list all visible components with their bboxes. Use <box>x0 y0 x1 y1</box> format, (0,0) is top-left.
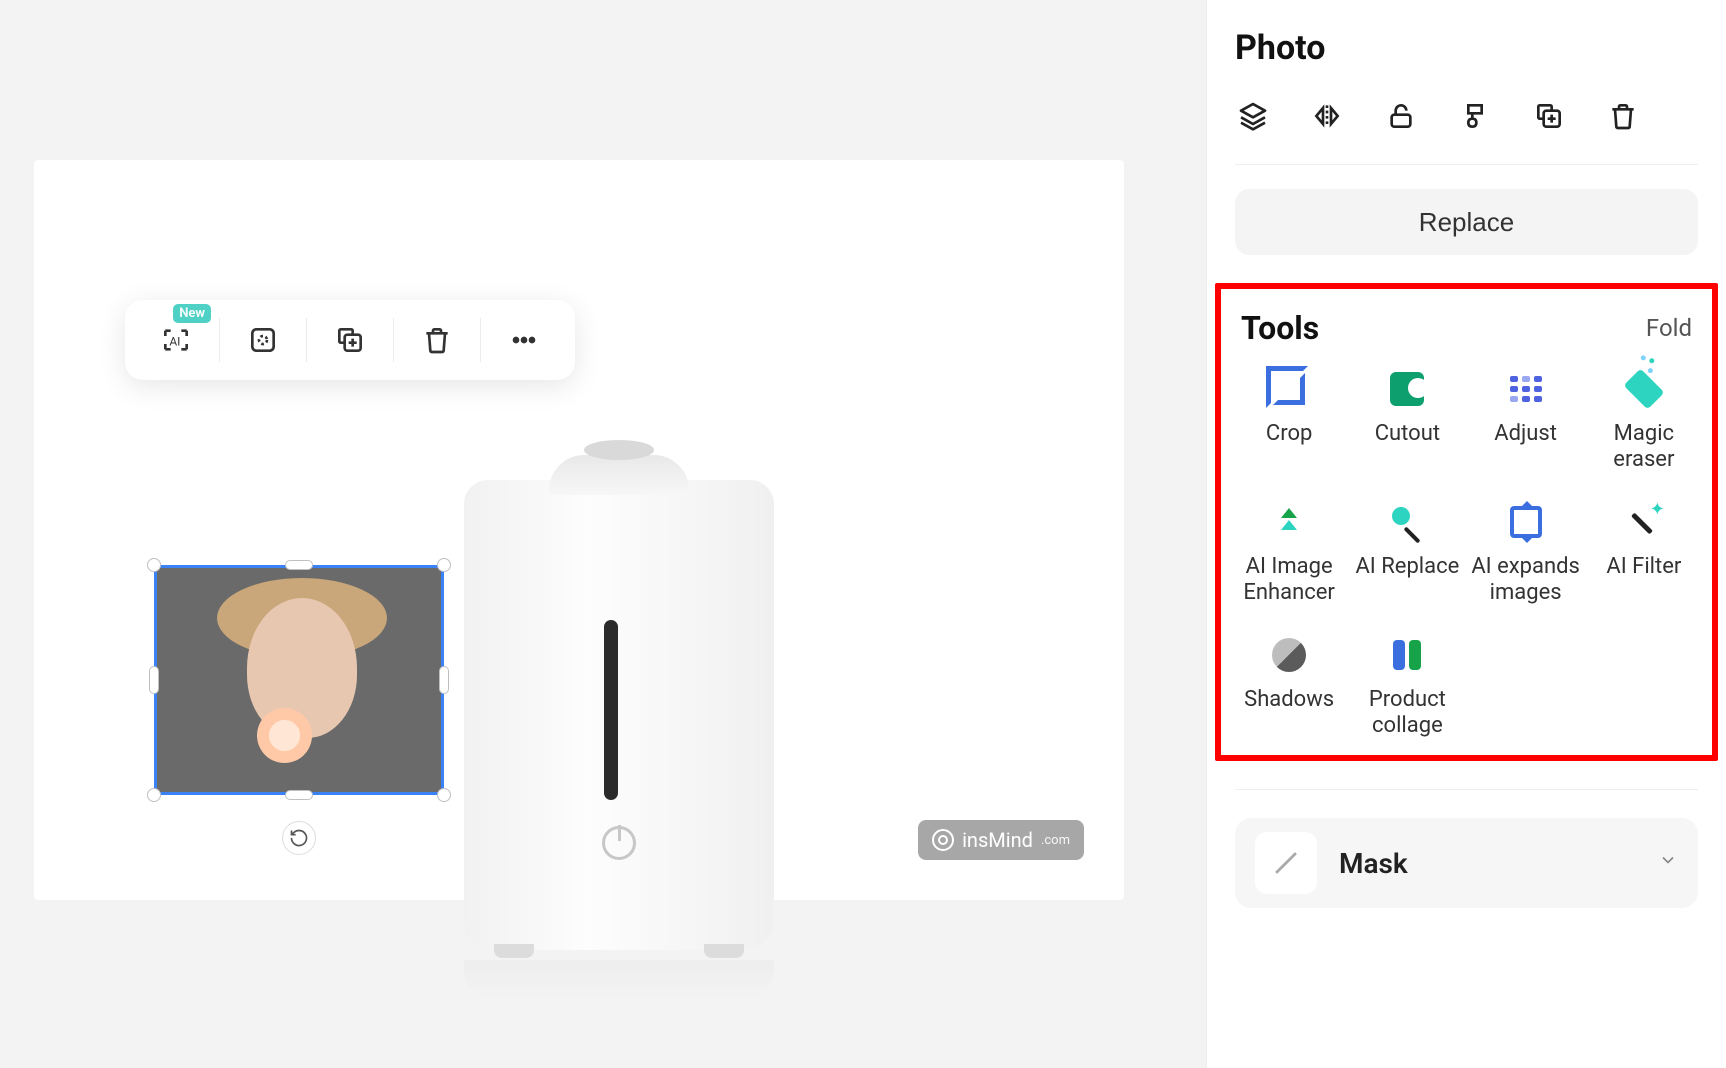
mask-row[interactable]: Mask <box>1235 818 1698 908</box>
delete-icon[interactable] <box>1605 98 1641 134</box>
ai-replace-icon <box>1387 502 1427 542</box>
selected-image[interactable] <box>154 565 444 795</box>
more-button[interactable] <box>489 310 559 370</box>
resize-handle-bl[interactable] <box>147 788 161 802</box>
right-panel: Photo Replace Tools Fold Crop <box>1206 0 1726 1068</box>
resize-handle-t[interactable] <box>285 560 313 570</box>
resize-handle-br[interactable] <box>437 788 451 802</box>
style-icon[interactable] <box>1457 98 1493 134</box>
resize-handle-l[interactable] <box>149 666 159 694</box>
tool-product-collage[interactable]: Product collage <box>1349 635 1465 740</box>
svg-text:AI: AI <box>169 334 180 348</box>
product-collage-icon <box>1387 635 1427 675</box>
tool-shadows[interactable]: Shadows <box>1231 635 1347 740</box>
replace-button[interactable]: Replace <box>1235 189 1698 255</box>
unlock-icon[interactable] <box>1383 98 1419 134</box>
tool-magic-eraser[interactable]: Magic eraser <box>1586 369 1702 474</box>
tools-title: Tools <box>1241 309 1319 347</box>
shadows-icon <box>1269 635 1309 675</box>
layers-icon[interactable] <box>1235 98 1271 134</box>
divider <box>1235 789 1698 790</box>
selected-layer[interactable] <box>154 565 444 795</box>
ai-expand-icon <box>1506 502 1546 542</box>
ai-tools-button[interactable]: AI New <box>141 310 211 370</box>
resize-handle-tr[interactable] <box>437 558 451 572</box>
tool-cutout[interactable]: Cutout <box>1349 369 1465 474</box>
ai-enhancer-icon <box>1269 502 1309 542</box>
floating-toolbar: AI New <box>125 300 575 380</box>
rotate-handle[interactable] <box>282 821 316 855</box>
ai-filter-icon <box>1624 502 1664 542</box>
mask-label: Mask <box>1339 847 1636 880</box>
flip-icon[interactable] <box>1309 98 1345 134</box>
fold-button[interactable]: Fold <box>1646 314 1692 342</box>
tool-ai-enhancer[interactable]: AI Image Enhancer <box>1231 502 1347 607</box>
watermark: insMind .com <box>918 820 1084 860</box>
cutout-icon <box>1387 369 1427 409</box>
tool-adjust[interactable]: Adjust <box>1468 369 1584 474</box>
new-badge: New <box>173 304 211 323</box>
tool-ai-filter[interactable]: AI Filter <box>1586 502 1702 607</box>
resize-handle-r[interactable] <box>439 666 449 694</box>
adjust-icon <box>1506 369 1546 409</box>
select-similar-button[interactable] <box>228 310 298 370</box>
crop-icon <box>1269 369 1309 409</box>
watermark-domain: .com <box>1041 833 1070 848</box>
canvas[interactable]: insMind .com <box>34 160 1124 900</box>
delete-button[interactable] <box>402 310 472 370</box>
duplicate-icon[interactable] <box>1531 98 1567 134</box>
panel-title: Photo <box>1235 28 1698 68</box>
tool-crop[interactable]: Crop <box>1231 369 1347 474</box>
duplicate-button[interactable] <box>315 310 385 370</box>
resize-handle-tl[interactable] <box>147 558 161 572</box>
watermark-brand: insMind <box>962 828 1033 852</box>
resize-handle-b[interactable] <box>285 790 313 800</box>
chevron-down-icon <box>1658 850 1678 876</box>
panel-actions <box>1235 98 1698 165</box>
magic-eraser-icon <box>1624 369 1664 409</box>
tools-section-highlighted: Tools Fold Crop Cutout Adjust Magic eras… <box>1215 283 1718 761</box>
tool-ai-expand[interactable]: AI expands images <box>1468 502 1584 607</box>
product-image <box>464 420 774 960</box>
watermark-icon <box>932 829 954 851</box>
tool-ai-replace[interactable]: AI Replace <box>1349 502 1465 607</box>
canvas-area: insMind .com AI New <box>0 0 1206 1068</box>
mask-thumb <box>1255 832 1317 894</box>
tools-grid: Crop Cutout Adjust Magic eraser AI Image… <box>1231 369 1702 739</box>
